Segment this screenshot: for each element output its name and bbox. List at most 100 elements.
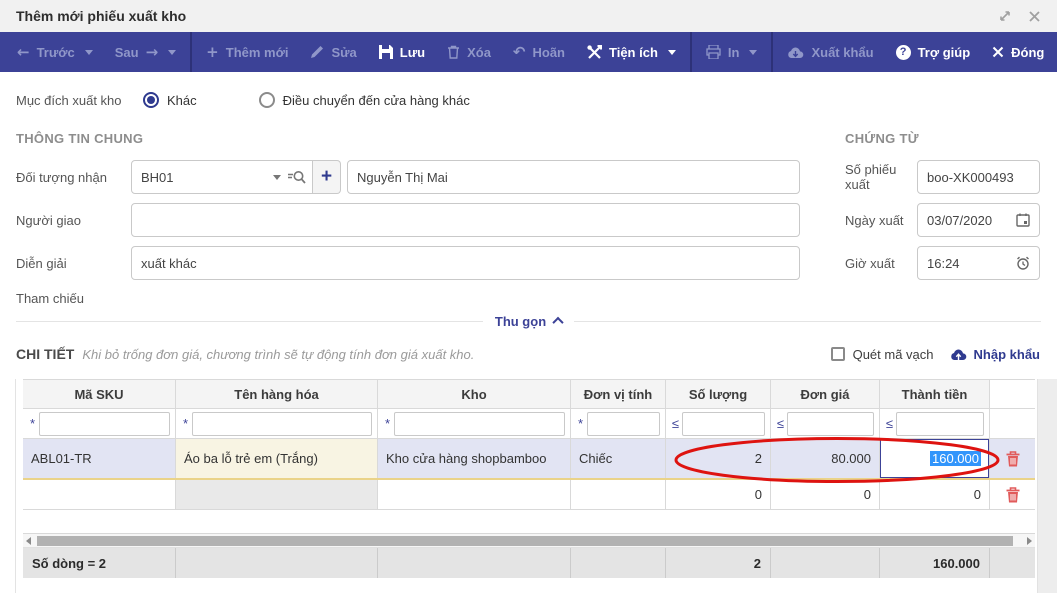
cell-sku[interactable]: ABL01-TR (23, 439, 176, 478)
receiver-code-input[interactable] (141, 169, 267, 185)
print-button[interactable]: In (695, 32, 769, 72)
delete-button[interactable]: Xóa (436, 32, 502, 72)
cell-sku[interactable] (23, 480, 176, 509)
edit-button[interactable]: Sửa (299, 32, 367, 72)
cell-amount[interactable]: 160.000 (880, 439, 990, 478)
radio-unselected-icon[interactable] (258, 92, 275, 108)
barcode-checkbox-row[interactable]: Quét mã vạch (830, 347, 934, 362)
filter-operator[interactable]: * (179, 416, 192, 431)
calendar-icon[interactable] (1016, 213, 1030, 227)
import-button[interactable]: Nhập khẩu (950, 347, 1040, 362)
next-button[interactable]: Sau → (104, 32, 187, 72)
chevron-down-icon[interactable] (667, 49, 676, 55)
cell-unit-price[interactable]: 80.000 (771, 439, 880, 478)
filter-operator[interactable]: ≤ (883, 416, 896, 431)
receiver-combobox[interactable] (131, 160, 313, 194)
filter-input-sku[interactable] (39, 411, 170, 436)
column-header-unit[interactable]: Đơn vị tính (571, 380, 666, 408)
filter-operator[interactable]: * (381, 416, 394, 431)
toolbar-divider (689, 32, 692, 72)
export-date-input[interactable] (927, 212, 1012, 228)
undo-button[interactable]: ↶ Hoãn (502, 32, 576, 72)
chevron-down-icon[interactable] (749, 49, 758, 55)
description-input[interactable] (141, 255, 790, 271)
save-button[interactable]: Lưu (368, 32, 436, 72)
titlebar: Thêm mới phiếu xuất kho (0, 0, 1057, 32)
filter-operator[interactable]: * (26, 416, 39, 431)
clock-icon[interactable] (1016, 256, 1030, 270)
delete-row-icon[interactable] (1006, 486, 1020, 503)
cell-name[interactable] (176, 480, 378, 509)
filter-operator[interactable]: * (574, 416, 587, 431)
grid-empty-area (23, 510, 1035, 534)
filter-input-name[interactable] (192, 411, 372, 436)
export-time-label: Giờ xuất (845, 255, 895, 271)
cell-amount[interactable]: 0 (880, 480, 990, 509)
scroll-right-icon[interactable] (1027, 536, 1032, 545)
detail-grid: Mã SKU Tên hàng hóa Kho Đơn vị tính Số l… (23, 379, 1035, 578)
filter-input-amount[interactable] (896, 411, 984, 436)
close-icon[interactable] (1028, 10, 1041, 23)
table-row-selected[interactable]: ABL01-TR Áo ba lỗ trẻ em (Trắng) Kho cửa… (23, 439, 1035, 480)
arrow-right-icon: → (145, 42, 159, 61)
close-button[interactable]: Đóng (981, 32, 1055, 72)
chevron-up-icon[interactable] (552, 316, 564, 329)
filter-input-quantity[interactable] (682, 411, 765, 436)
filter-operator[interactable]: ≤ (774, 416, 787, 431)
export-button[interactable]: Xuất khẩu (776, 32, 884, 72)
maximize-icon[interactable] (998, 9, 1012, 23)
export-time-input[interactable] (927, 255, 1012, 271)
scrollbar-thumb[interactable] (37, 535, 1013, 546)
filter-input-unit-price[interactable] (787, 411, 874, 436)
chevron-down-icon[interactable] (84, 49, 93, 55)
grid-footer-row: Số dòng = 2 2 160.000 (23, 548, 1035, 578)
chevron-down-icon[interactable] (168, 49, 177, 55)
collapse-link[interactable]: Thu gọn (495, 314, 546, 329)
undo-icon: ↶ (512, 42, 526, 61)
horizontal-scrollbar[interactable] (23, 534, 1035, 548)
deliverer-input[interactable] (141, 212, 790, 228)
radio-transfer[interactable]: Điều chuyển đến cửa hàng khác (258, 92, 470, 108)
column-header-actions (990, 380, 1035, 408)
add-new-button[interactable]: + Thêm mới (195, 32, 299, 72)
filter-operator[interactable]: ≤ (669, 416, 682, 431)
toolbar-divider (190, 32, 193, 72)
amount-editor[interactable]: 160.000 (880, 439, 989, 478)
filter-input-warehouse[interactable] (394, 411, 565, 436)
filter-input-unit[interactable] (587, 411, 660, 436)
cell-name[interactable]: Áo ba lỗ trẻ em (Trắng) (176, 439, 378, 478)
column-header-warehouse[interactable]: Kho (378, 380, 571, 408)
export-date-label: Ngày xuất (845, 212, 904, 228)
prev-button[interactable]: ← Trước (6, 32, 104, 72)
chevron-down-icon[interactable] (273, 174, 281, 180)
column-header-unit-price[interactable]: Đơn giá (771, 380, 880, 408)
cell-quantity[interactable]: 2 (666, 439, 771, 478)
radio-other[interactable]: Khác (143, 92, 197, 108)
utilities-button[interactable]: Tiện ích (576, 32, 687, 72)
column-header-quantity[interactable]: Số lượng (666, 380, 771, 408)
plus-icon: + (320, 166, 333, 187)
add-receiver-button[interactable]: + (313, 160, 341, 194)
pencil-icon (311, 46, 324, 58)
radio-selected-icon[interactable] (143, 92, 159, 108)
cell-unit[interactable] (571, 480, 666, 509)
vertical-scrollbar-track[interactable] (1037, 379, 1057, 593)
export-date-box (917, 203, 1040, 237)
delete-row-icon[interactable] (1006, 450, 1020, 467)
cell-warehouse[interactable]: Kho cửa hàng shopbamboo (378, 439, 571, 478)
cell-unit[interactable]: Chiếc (571, 439, 666, 478)
cell-quantity[interactable]: 0 (666, 480, 771, 509)
lookup-search-icon[interactable] (287, 170, 306, 185)
cell-warehouse[interactable] (378, 480, 571, 509)
column-header-name[interactable]: Tên hàng hóa (176, 380, 378, 408)
column-header-amount[interactable]: Thành tiền (880, 380, 990, 408)
cell-unit-price[interactable]: 0 (771, 480, 880, 509)
scroll-left-icon[interactable] (26, 536, 31, 545)
column-header-sku[interactable]: Mã SKU (23, 380, 176, 408)
description-label: Diễn giải (16, 255, 67, 271)
help-button[interactable]: ? Trợ giúp (885, 32, 982, 72)
barcode-checkbox[interactable] (830, 347, 845, 361)
receiver-name-input[interactable] (357, 169, 790, 185)
table-row-empty[interactable]: 0 0 0 (23, 480, 1035, 510)
slip-number-input[interactable] (927, 169, 1030, 185)
